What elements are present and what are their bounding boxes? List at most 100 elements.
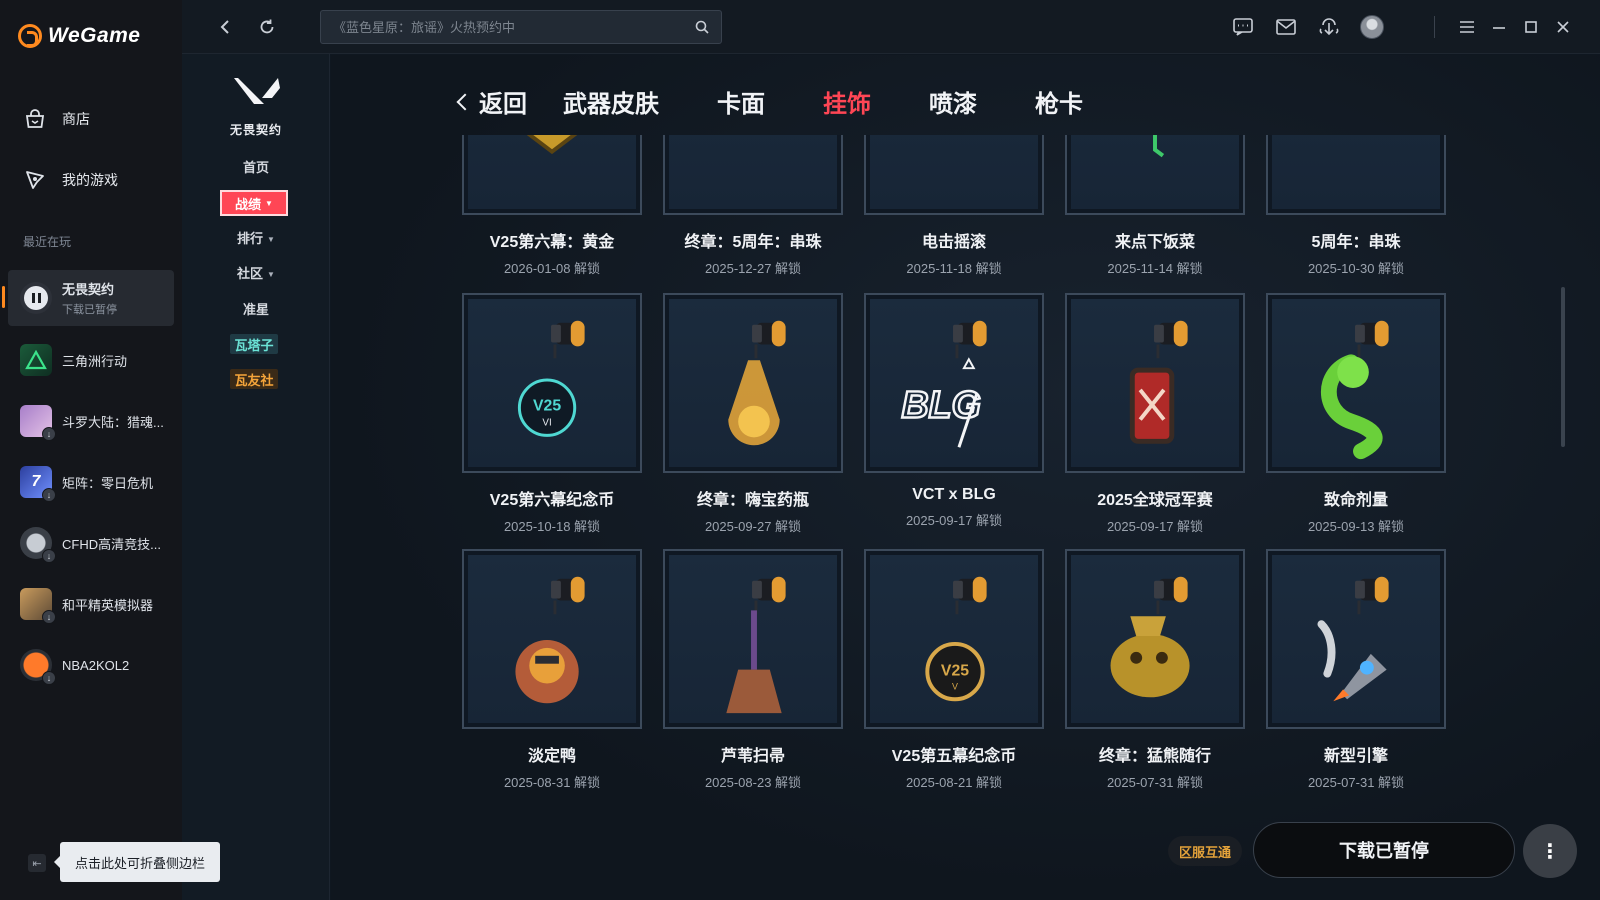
- game-nav-crosshair[interactable]: 准星: [182, 299, 330, 318]
- game-nav-home[interactable]: 首页: [182, 157, 330, 176]
- charm-card[interactable]: 5 5周年：串珠 2025-10-30 解锁: [1266, 135, 1446, 277]
- charm-image: [462, 549, 642, 729]
- chat-icon[interactable]: [1228, 12, 1258, 42]
- game-name: 无畏契约: [62, 282, 115, 297]
- bottle-green-icon: [1071, 135, 1239, 209]
- valorant-logo[interactable]: 无畏契约: [222, 74, 290, 138]
- maximize-icon[interactable]: [1518, 14, 1544, 40]
- charm-image: V25: [462, 135, 642, 215]
- game-status: 下载已暂停: [62, 304, 117, 316]
- back-nav-button[interactable]: [212, 14, 238, 40]
- charm-name: 终章：5周年：串珠: [684, 234, 822, 251]
- charm-image: [663, 549, 843, 729]
- charm-image: [1065, 549, 1245, 729]
- charm-name: 终章：猛熊随行: [1098, 748, 1211, 765]
- region-badge[interactable]: 区服互通: [1168, 836, 1242, 866]
- tab-cards[interactable]: 卡面: [717, 84, 765, 119]
- game-nav-community[interactable]: 社区 ▼: [182, 263, 330, 282]
- wegame-logo-icon: [18, 24, 42, 48]
- recent-game-cfhd[interactable]: ↓ CFHD高清竞技...: [8, 515, 174, 571]
- charm-unlock-date: 2025-07-31 解锁: [1307, 775, 1405, 790]
- charm-image: [1065, 135, 1245, 215]
- more-options-icon[interactable]: ⋮: [1523, 824, 1577, 878]
- charm-card[interactable]: 终章：猛熊随行 2025-07-31 解锁: [1065, 549, 1245, 791]
- charm-card[interactable]: 2025全球冠军赛 2025-09-17 解锁: [1065, 293, 1245, 535]
- game-name: 三角洲行动: [62, 353, 128, 369]
- charm-unlock-date: 2025-09-27 解锁: [704, 519, 802, 534]
- tab-player-cards[interactable]: 枪卡: [1035, 84, 1083, 119]
- tab-weapon-skins[interactable]: 武器皮肤: [563, 84, 659, 119]
- game-nav-rank[interactable]: 排行 ▼: [182, 228, 330, 247]
- charm-card[interactable]: V25 V V25第五幕纪念币 2025-08-21 解锁: [864, 549, 1044, 791]
- user-avatar-button[interactable]: [1357, 12, 1387, 42]
- search-icon[interactable]: [695, 20, 709, 34]
- charm-image: [1065, 293, 1245, 473]
- wegame-logo[interactable]: WeGame: [18, 24, 141, 48]
- gold-badge-icon: V25: [468, 135, 636, 209]
- menu-icon[interactable]: [1454, 14, 1480, 40]
- charm-image: [1266, 549, 1446, 729]
- charm-name: V25第六幕：黄金: [489, 234, 615, 251]
- charm-name: 芦苇扫帚: [720, 748, 785, 765]
- charm-unlock-date: 2025-11-18 解锁: [906, 261, 1002, 276]
- charm-name: 淡定鸭: [527, 748, 576, 765]
- back-button[interactable]: 返回: [456, 84, 527, 119]
- game-nav-record[interactable]: 战绩 ▼: [220, 190, 288, 216]
- recent-game-peace-elite[interactable]: ↓ 和平精英模拟器: [8, 576, 174, 632]
- charm-name: 5周年：串珠: [1311, 234, 1401, 251]
- charm-name: V25第六幕纪念币: [489, 492, 615, 509]
- search-input[interactable]: [333, 19, 695, 35]
- recent-game-valorant[interactable]: 无畏契约 下载已暂停: [2, 270, 174, 326]
- recent-game-douluo[interactable]: ↓ 斗罗大陆：猎魂...: [8, 393, 174, 449]
- game-nav: 无畏契约 首页 战绩 ▼ 排行 ▼ 社区 ▼ 准星 瓦塔子 瓦友社: [182, 54, 330, 900]
- recent-game-matrix[interactable]: 7 ↓ 矩阵：零日危机: [8, 454, 174, 510]
- sidebar-item-store[interactable]: 商店: [22, 106, 90, 132]
- download-paused-button[interactable]: 下载已暂停: [1253, 822, 1515, 878]
- download-badge-icon: ↓: [42, 671, 56, 685]
- sidebar-item-my-games[interactable]: 我的游戏: [22, 167, 118, 193]
- snake-icon: [1272, 299, 1440, 467]
- close-icon[interactable]: [1550, 14, 1576, 40]
- refresh-button[interactable]: [254, 14, 280, 40]
- svg-text:V: V: [952, 681, 958, 691]
- top-bar: [182, 0, 1600, 54]
- nba2kol2-icon: ↓: [20, 649, 56, 685]
- recent-game-nba2kol2[interactable]: ↓ NBA2KOL2: [8, 637, 174, 693]
- scrollbar[interactable]: [1561, 287, 1565, 447]
- wa-tazi-link[interactable]: 瓦塔子: [230, 334, 278, 354]
- collapse-sidebar-icon[interactable]: ⇤: [28, 854, 46, 872]
- charm-card[interactable]: 来点下饭菜 2025-11-14 解锁: [1065, 135, 1245, 277]
- charm-name: 电击摇滚: [921, 234, 986, 251]
- bear-icon: [1071, 555, 1239, 723]
- charm-grid: V25 V25第六幕：黄金 2026-01-08 解锁 5 终章：5周年：串珠 2025-…: [462, 135, 1452, 865]
- charm-unlock-date: 2025-09-17 解锁: [1106, 519, 1204, 534]
- charm-card[interactable]: 5 终章：5周年：串珠 2025-12-27 解锁: [663, 135, 843, 277]
- charm-card[interactable]: 芦苇扫帚 2025-08-23 解锁: [663, 549, 843, 791]
- charm-card[interactable]: 新型引擎 2025-07-31 解锁: [1266, 549, 1446, 791]
- blg-icon: BLG: [870, 299, 1038, 467]
- charm-unlock-date: 2025-08-31 解锁: [503, 775, 601, 790]
- charm-card[interactable]: BLG VCT x BLG 2025-09-17 解锁: [864, 293, 1044, 529]
- charm-card[interactable]: 终章：嗨宝药瓶 2025-09-27 解锁: [663, 293, 843, 535]
- download-manager-icon[interactable]: [1314, 12, 1344, 42]
- cfhd-icon: ↓: [20, 527, 56, 563]
- charm-card[interactable]: V25 V25第六幕：黄金 2026-01-08 解锁: [462, 135, 642, 277]
- minimize-icon[interactable]: [1486, 14, 1512, 40]
- charm-card[interactable]: 致命剂量 2025-09-13 解锁: [1266, 293, 1446, 535]
- charm-card[interactable]: V25 VI V25第六幕纪念币 2025-10-18 解锁: [462, 293, 642, 535]
- charm-name: 来点下饭菜: [1114, 234, 1195, 251]
- mail-icon[interactable]: [1271, 12, 1301, 42]
- duck-icon: [468, 555, 636, 723]
- search-box[interactable]: [320, 10, 722, 44]
- charm-unlock-date: 2025-07-31 解锁: [1106, 775, 1204, 790]
- tab-sprays[interactable]: 喷漆: [929, 84, 977, 119]
- charm-image: BLG: [864, 293, 1044, 473]
- tab-charms[interactable]: 挂饰: [823, 84, 871, 119]
- charm-card[interactable]: 电击摇滚 2025-11-18 解锁: [864, 135, 1044, 277]
- charm-image: [864, 135, 1044, 215]
- game-name: 和平精英模拟器: [62, 597, 154, 613]
- wa-youshe-link[interactable]: 瓦友社: [230, 369, 278, 389]
- coin-gold-icon: V25 V: [870, 555, 1038, 723]
- recent-game-delta-force[interactable]: 三角洲行动: [8, 332, 174, 388]
- charm-card[interactable]: 淡定鸭 2025-08-31 解锁: [462, 549, 642, 791]
